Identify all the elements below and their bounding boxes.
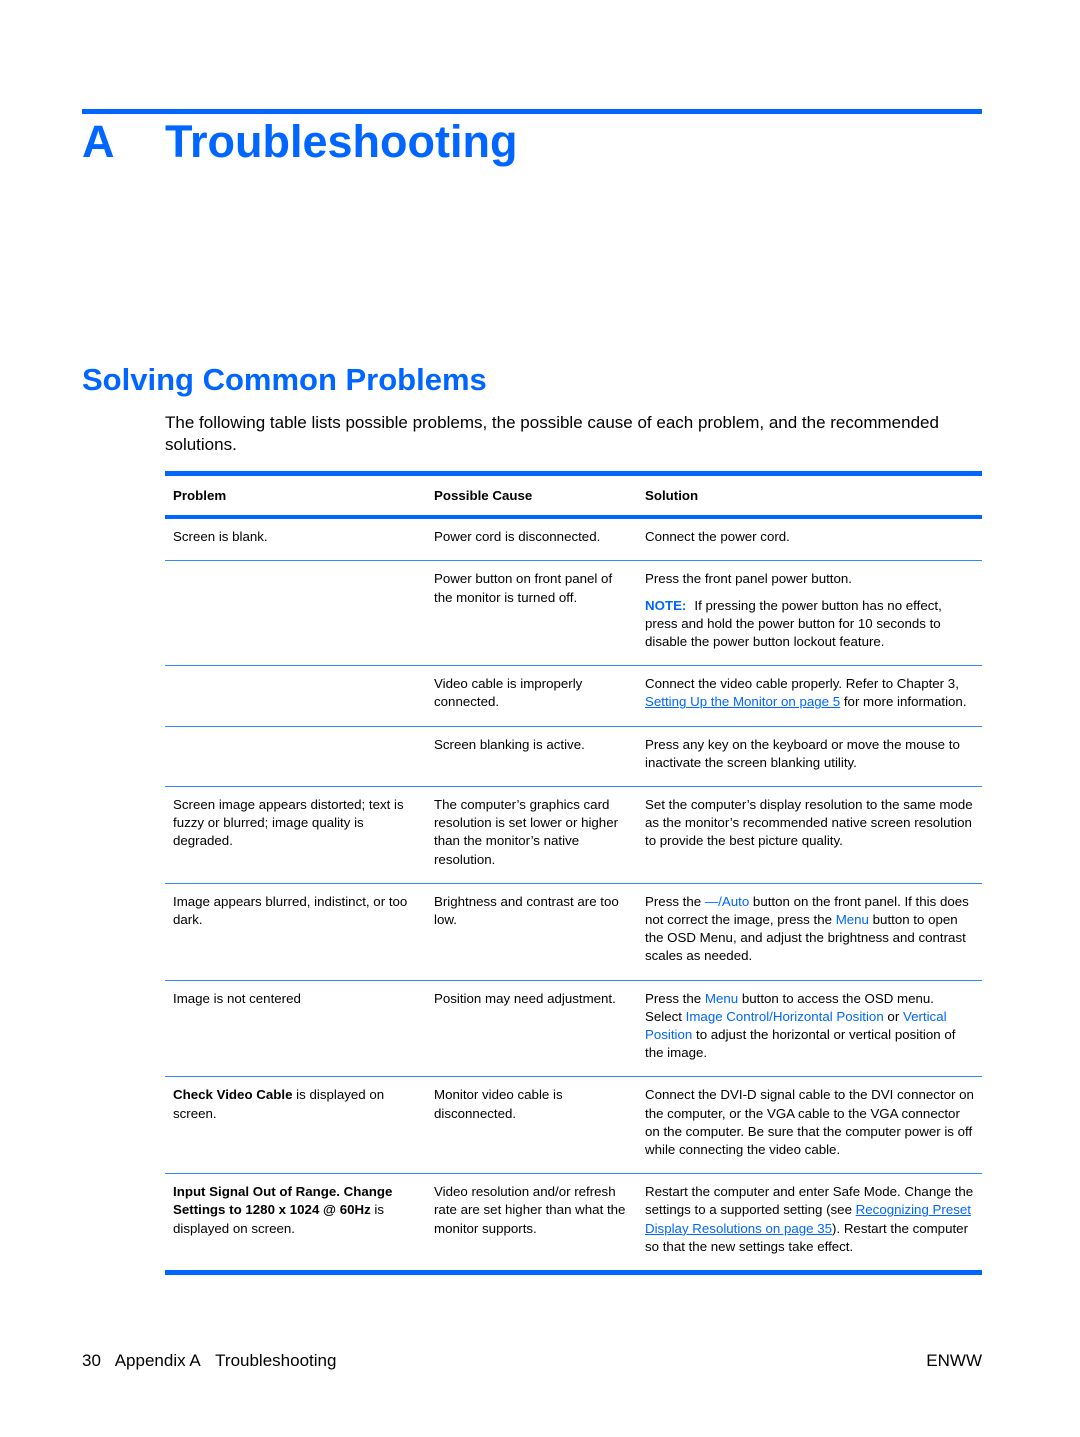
problem-cell <box>165 666 426 726</box>
setting-up-monitor-link[interactable]: Setting Up the Monitor on page 5 <box>645 694 840 709</box>
section-title: Solving Common Problems <box>82 362 487 397</box>
problem-cell: Screen is blank. <box>173 529 268 545</box>
table-row: Input Signal Out of Range. Change Settin… <box>165 1174 982 1273</box>
solution-cell: Press any key on the keyboard or move th… <box>645 736 960 770</box>
cause-cell: Position may need adjustment. <box>434 990 616 1006</box>
cause-cell: Brightness and contrast are too low. <box>434 893 619 928</box>
solution-text: Press the <box>645 893 705 909</box>
table-row: Check Video Cable is displayed on screen… <box>165 1077 982 1174</box>
header-problem: Problem <box>173 488 227 503</box>
header-solution: Solution <box>645 488 699 503</box>
footer-chapter: Troubleshooting <box>215 1351 337 1370</box>
solution-cell: Connect the DVI-D signal cable to the DV… <box>645 1087 974 1158</box>
cause-cell: Video resolution and/or refresh rate are… <box>434 1184 626 1236</box>
table-row: Screen image appears distorted; text is … <box>165 787 982 884</box>
solution-text: or <box>883 1008 903 1024</box>
cause-cell: Power cord is disconnected. <box>434 529 601 545</box>
solution-cell: Restart the computer and enter Safe Mode… <box>637 1174 982 1273</box>
note: NOTE: If pressing the power button has no… <box>645 597 974 652</box>
solution-cell: Connect the video cable properly. Refer … <box>637 666 982 726</box>
footer-appendix: Appendix A <box>114 1351 201 1370</box>
problem-cell: Image appears blurred, indistinct, or to… <box>173 893 408 928</box>
problem-cell: Image is not centered <box>173 990 301 1006</box>
problem-cell: Check Video Cable is displayed on screen… <box>165 1077 426 1174</box>
problem-cell <box>165 561 426 666</box>
menu-button-ref: Menu <box>704 990 739 1006</box>
table-row: Image is not centered Position may need … <box>165 980 982 1077</box>
footer-locale: ENWW <box>926 1351 982 1370</box>
solution-text: Press the <box>645 990 705 1006</box>
note-label: NOTE: <box>645 597 687 613</box>
solution-cell: Set the computer’s display resolution to… <box>645 797 973 849</box>
problem-cell: Input Signal Out of Range. Change Settin… <box>165 1174 426 1273</box>
horizontal-position-ref: Image Control/Horizontal Position <box>685 1008 884 1024</box>
cause-cell: Monitor video cable is disconnected. <box>434 1087 563 1121</box>
solution-text: for more information. <box>840 694 967 710</box>
chapter-title: A Troubleshooting <box>82 116 517 168</box>
solution-cell: Press the Menu button to access the OSD … <box>637 980 982 1077</box>
chapter-rule <box>82 109 982 114</box>
note-text: If pressing the power button has no effe… <box>645 597 942 650</box>
header-possible-cause: Possible Cause <box>434 488 533 503</box>
troubleshooting-table: Problem Possible Cause Solution Screen i… <box>165 471 982 1275</box>
footer-left: 30 Appendix A Troubleshooting <box>82 1351 346 1371</box>
table-row: Screen is blank. Power cord is disconnec… <box>165 517 982 561</box>
cause-cell: Video cable is improperly connected. <box>434 676 583 710</box>
table-row: Video cable is improperly connected. Con… <box>165 666 982 727</box>
solution-cell: Press the front panel power button. NOTE… <box>637 561 982 666</box>
cause-cell: Power button on front panel of the monit… <box>434 571 613 605</box>
solution-cell: Press the —/Auto button on the front pan… <box>637 883 982 980</box>
problem-cell <box>165 726 426 786</box>
page-footer: 30 Appendix A Troubleshooting ENWW <box>82 1351 982 1371</box>
cause-cell: The computer’s graphics card resolution … <box>434 797 619 867</box>
problem-message: Check Video Cable <box>173 1087 293 1103</box>
table-header-row: Problem Possible Cause Solution <box>165 473 982 518</box>
table-row: Image appears blurred, indistinct, or to… <box>165 883 982 981</box>
solution-text: Connect the video cable properly. Refer … <box>645 676 959 692</box>
table-row: Power button on front panel of the monit… <box>165 561 982 666</box>
page-number: 30 <box>82 1351 101 1370</box>
problem-message: Input Signal Out of Range. Change Settin… <box>173 1184 393 1218</box>
chapter-title-text: Troubleshooting <box>165 116 518 167</box>
auto-button-ref: —/Auto <box>704 893 750 909</box>
solution-text: to adjust the horizontal or vertical pos… <box>645 1027 956 1061</box>
problem-cell: Screen image appears distorted; text is … <box>173 797 404 849</box>
chapter-letter: A <box>82 116 115 167</box>
cause-cell: Screen blanking is active. <box>434 736 585 752</box>
solution-cell: Connect the power cord. <box>645 529 790 545</box>
table-row: Screen blanking is active. Press any key… <box>165 726 982 787</box>
intro-paragraph: The following table lists possible probl… <box>165 413 939 454</box>
menu-button-ref: Menu <box>835 912 869 928</box>
solution-text: Press the front panel power button. <box>645 571 852 587</box>
